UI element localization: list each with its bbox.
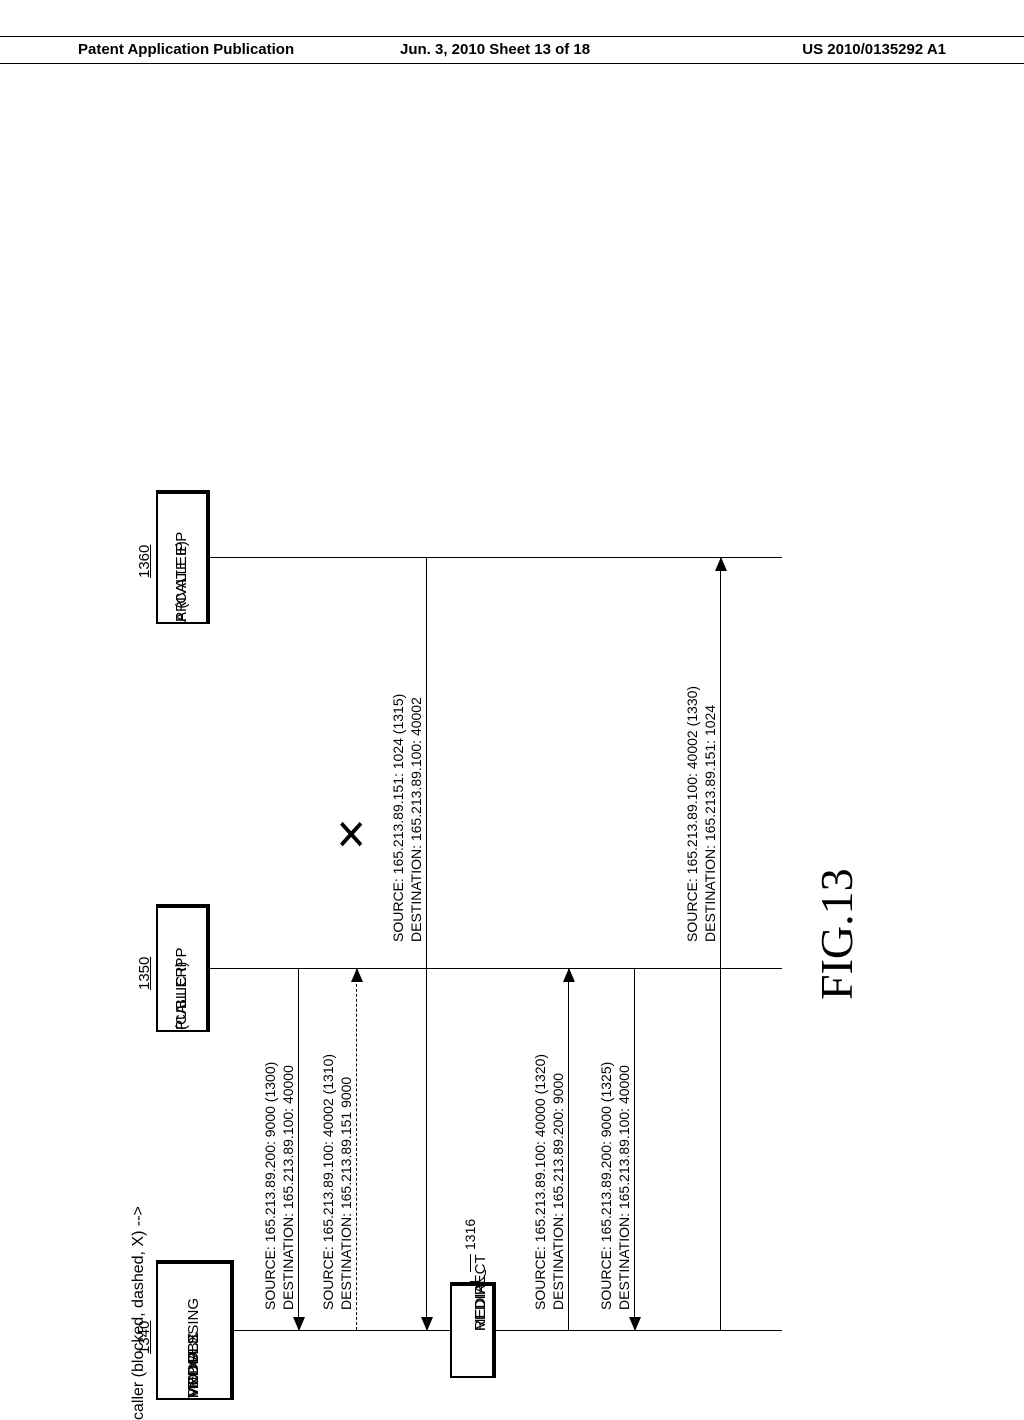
actor-num-caller: 1350: [136, 957, 153, 990]
msg-1315-dst: DESTINATION: 165.213.89.100: 40002: [408, 697, 424, 942]
blocked-x-icon: ✕: [330, 817, 375, 852]
msg-1325-dst: DESTINATION: 165.213.89.100: 40000: [616, 1065, 632, 1310]
media-redirect-num: 1316: [462, 1219, 478, 1250]
media-redirect-box: MEDIA REDIRECT: [450, 1282, 496, 1378]
msg-1320-dst: DESTINATION: 165.213.89.200: 9000: [550, 1073, 566, 1310]
actor-pbx-l4: MODULE: [185, 1334, 202, 1398]
media-redirect-lead-line: [470, 1254, 471, 1272]
msg-1300-dst: DESTINATION: 165.213.89.100: 40000: [280, 1065, 296, 1310]
actor-pbx: VoIP PBX MEDIA PROCESSING MODULE: [156, 1260, 234, 1400]
page-header: Patent Application Publication Jun. 3, 2…: [0, 36, 1024, 64]
actor-caller-l2: (CALLER): [173, 962, 190, 1030]
arrow-1325: [634, 969, 635, 1330]
header-right: US 2010/0135292 A1: [802, 41, 946, 58]
arrow-1300: [298, 969, 299, 1330]
arrow-1330: [720, 558, 721, 1330]
figure-label: FIG.13: [810, 868, 863, 1000]
actor-num-pbx: 1340: [136, 1321, 153, 1354]
msg-1315-src: SOURCE: 165.213.89.151: 1024 (1315): [390, 694, 406, 942]
sequence-diagram: FIG.13 1340 1350 1360 VoIP PBX MEDIA PRO…: [130, 430, 870, 1420]
arrow-1310: [356, 969, 357, 1330]
actor-callee: PRIVATE IPP A (CALLEE): [156, 490, 210, 624]
lifeline-caller: [210, 968, 782, 969]
msg-1330-dst: DESTINATION: 165.213.89.151: 1024: [702, 705, 718, 942]
lifeline-callee: [210, 557, 782, 558]
msg-1325-src: SOURCE: 165.213.89.200: 9000 (1325): [598, 1062, 614, 1310]
actor-caller: PUBLIC IPP (CALLER): [156, 904, 210, 1032]
msg-1300-src: SOURCE: 165.213.89.200: 9000 (1300): [262, 1062, 278, 1310]
msg-1320-src: SOURCE: 165.213.89.100: 40000 (1320): [532, 1054, 548, 1310]
msg-1310-dst: DESTINATION: 165.213.89.151 9000: [338, 1077, 354, 1310]
lifeline-pbx: [234, 1330, 782, 1331]
actor-num-callee: 1360: [136, 545, 153, 578]
msg-1330-src: SOURCE: 165.213.89.100: 40002 (1330): [684, 686, 700, 942]
actor-callee-l2: A (CALLEE): [173, 541, 190, 622]
header-center: Jun. 3, 2010 Sheet 13 of 18: [400, 41, 590, 58]
media-redirect-l2: REDIRECT: [472, 1254, 489, 1331]
arrow-1320: [568, 969, 569, 1330]
msg-1310-src: SOURCE: 165.213.89.100: 40002 (1310): [320, 1054, 336, 1310]
arrow-1315: [426, 558, 427, 1330]
header-left: Patent Application Publication: [78, 41, 294, 58]
